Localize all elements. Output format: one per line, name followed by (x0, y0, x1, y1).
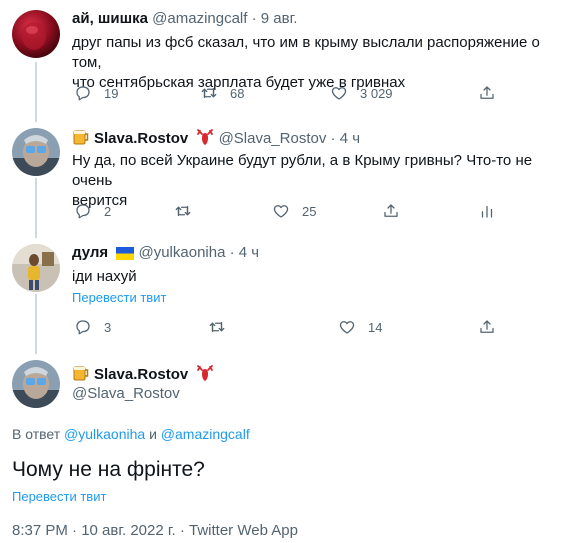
separator: · (229, 244, 235, 261)
reply-count: 19 (104, 85, 119, 101)
retweet-count: 68 (230, 85, 245, 101)
tweet[interactable]: ай, шишка @amazingcalf · 9 авг. друг пап… (0, 0, 582, 118)
reply-count: 2 (104, 203, 112, 219)
beer-emoji (72, 364, 90, 386)
display-name[interactable]: ай, шишка (72, 10, 148, 27)
tweet[interactable]: Slava.Rostov @Slava_Rostov · 4 ч Ну да, … (0, 118, 582, 234)
analytics-button[interactable] (478, 202, 496, 220)
retweet-button[interactable]: 68 (200, 84, 244, 102)
tweet-time[interactable]: 4 ч (239, 244, 259, 261)
like-button[interactable]: 25 (272, 202, 316, 220)
like-button[interactable]: 14 (338, 318, 382, 336)
like-button[interactable]: 3 029 (330, 84, 393, 102)
tweet-actions: 19 68 3 029 (72, 84, 512, 104)
reply-icon (76, 204, 90, 219)
avatar[interactable] (12, 360, 60, 408)
retweet-button[interactable] (208, 318, 226, 336)
share-button[interactable] (478, 318, 496, 336)
reply-and: и (149, 426, 157, 442)
reply-context: В ответ @yulkaoniha и @amazingcalf (12, 426, 250, 442)
tweet-actions: 2 25 (72, 202, 512, 222)
retweet-button[interactable] (174, 202, 192, 220)
reply-button[interactable]: 19 (74, 84, 118, 102)
tweet-text: іди нахуй (72, 267, 572, 287)
tweet-text-line: друг папы из фсб сказал, что им в крыму … (72, 34, 540, 71)
translate-link[interactable]: Перевести твит (72, 290, 166, 305)
tweet-time[interactable]: 9 авг. (261, 10, 298, 27)
tweet-time[interactable]: 4 ч (340, 130, 360, 147)
reply-button[interactable]: 3 (74, 318, 111, 336)
display-name[interactable]: Slava.Rostov (94, 366, 188, 383)
like-icon (339, 321, 355, 334)
tweet-header: Slava.Rostov @Slava_Rostov · 4 ч (72, 128, 360, 150)
tweet-timestamp[interactable]: 8:37 PM · 10 авг. 2022 г. · Twitter Web … (12, 522, 298, 539)
lobster-emoji (196, 364, 214, 386)
tweet-actions: 3 14 (72, 318, 512, 338)
display-name[interactable]: Slava.Rostov (94, 130, 188, 147)
user-handle[interactable]: @amazingcalf (152, 10, 247, 27)
retweet-icon (175, 205, 191, 217)
user-handle[interactable]: @yulkaoniha (138, 244, 225, 261)
tweet-header: Slava.Rostov (72, 364, 214, 386)
reply-prefix: В ответ (12, 426, 61, 442)
avatar[interactable] (12, 10, 60, 58)
reply-user-link[interactable]: @yulkaoniha (64, 426, 145, 442)
reply-user-link[interactable]: @amazingcalf (161, 426, 250, 442)
share-button[interactable] (382, 202, 400, 220)
share-icon (480, 86, 494, 99)
user-handle[interactable]: @Slava_Rostov (219, 130, 327, 147)
reply-icon (76, 86, 90, 101)
focused-tweet: Slava.Rostov @Slava_Rostov В ответ @yulk… (0, 350, 582, 543)
tweet-text-line: іди нахуй (72, 268, 137, 285)
avatar[interactable] (12, 244, 60, 292)
share-icon (384, 204, 398, 217)
display-name[interactable]: дуля (72, 244, 108, 261)
tweet-header: ай, шишка @amazingcalf · 9 авг. (72, 10, 297, 27)
like-count: 25 (302, 203, 317, 219)
retweet-icon (209, 321, 225, 333)
like-count: 3 029 (360, 85, 393, 101)
ukraine-flag-emoji (116, 247, 135, 264)
tweet-text-line: Ну да, по всей Украине будут рубли, а в … (72, 152, 533, 189)
like-icon (331, 87, 347, 100)
separator: · (330, 130, 336, 147)
retweet-icon (201, 87, 217, 99)
share-button[interactable] (478, 84, 496, 102)
tweet-header: дуля @yulkaoniha · 4 ч (72, 244, 259, 264)
like-count: 14 (368, 319, 383, 335)
reply-icon (76, 320, 90, 335)
analytics-icon (481, 205, 493, 218)
share-icon (480, 320, 494, 333)
tweet-text: Чому не на фрінте? (12, 458, 205, 481)
lobster-emoji (196, 128, 214, 150)
like-icon (273, 205, 289, 218)
reply-button[interactable]: 2 (74, 202, 111, 220)
user-handle[interactable]: @Slava_Rostov (72, 385, 180, 402)
translate-link[interactable]: Перевести твит (12, 489, 106, 504)
separator: · (251, 10, 257, 27)
tweet[interactable]: дуля @yulkaoniha · 4 ч іди нахуй Перевес… (0, 234, 582, 350)
beer-emoji (72, 128, 90, 150)
tweet-handle-row: @Slava_Rostov (72, 385, 180, 402)
avatar[interactable] (12, 128, 60, 176)
reply-count: 3 (104, 319, 112, 335)
